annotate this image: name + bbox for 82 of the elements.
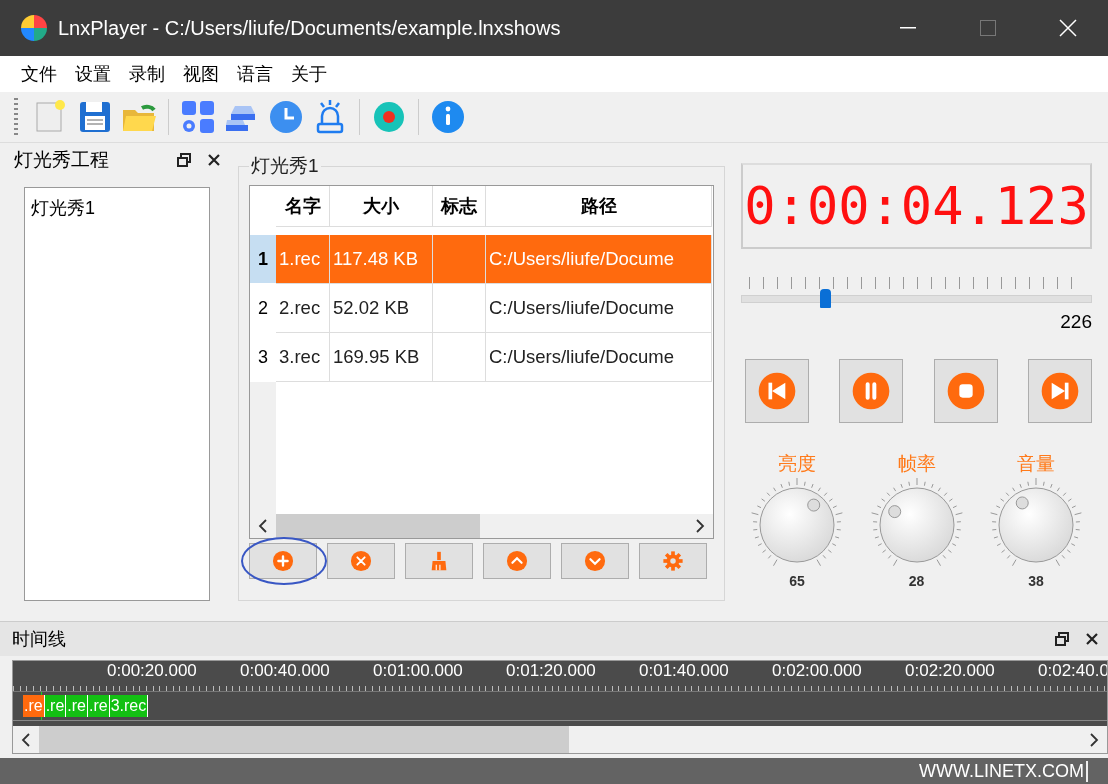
slider-thumb[interactable] xyxy=(820,289,832,308)
knob-value: 38 xyxy=(1028,573,1044,589)
app-logo-icon xyxy=(20,14,48,42)
info-icon[interactable] xyxy=(429,98,467,136)
time-display: 0:00:04.123 xyxy=(741,163,1092,249)
column-header[interactable]: 标志 xyxy=(433,186,486,227)
table-cell xyxy=(433,235,486,284)
scroll-left-icon[interactable] xyxy=(258,518,268,534)
column-header[interactable]: 大小 xyxy=(330,186,433,227)
pause-button[interactable] xyxy=(839,359,904,423)
add-button[interactable] xyxy=(249,543,317,579)
settings-icon xyxy=(662,550,684,572)
ruler-label: 0:01:20.000 xyxy=(506,661,596,681)
column-header[interactable]: 路径 xyxy=(486,186,712,227)
down-button[interactable] xyxy=(561,543,629,579)
close-icon xyxy=(1059,19,1077,37)
table-cell xyxy=(433,284,486,333)
knob-value: 65 xyxy=(789,573,805,589)
menu-item[interactable]: 关于 xyxy=(282,58,336,90)
broom-button[interactable] xyxy=(405,543,473,579)
knob-value: 28 xyxy=(908,573,925,589)
group-title: 灯光秀1 xyxy=(250,154,320,178)
table-cell: 169.95 KB xyxy=(330,333,433,382)
ruler-label: 0:00:20.000 xyxy=(107,661,197,681)
float-icon[interactable] xyxy=(176,152,192,168)
row-header[interactable]: 1 xyxy=(250,235,276,284)
horizontal-scrollbar[interactable] xyxy=(250,514,713,538)
skip-back-button[interactable] xyxy=(745,359,809,423)
stop-icon xyxy=(945,371,986,411)
stop-button[interactable] xyxy=(933,359,998,423)
table-cell: 3.rec xyxy=(276,333,330,382)
position-slider[interactable] xyxy=(741,289,1092,309)
ruler-label: 0:00:40.000 xyxy=(240,661,330,681)
float-icon[interactable] xyxy=(1054,631,1070,647)
window-title: LnxPlayer - C:/Users/liufe/Documents/example.lnxshows xyxy=(58,16,562,40)
column-header[interactable]: 名字 xyxy=(276,186,330,227)
project-item[interactable]: 灯光秀1 xyxy=(29,194,205,222)
menu-item[interactable]: 语言 xyxy=(228,58,282,90)
maximize-icon xyxy=(980,20,996,36)
menu-item[interactable]: 录制 xyxy=(120,58,174,90)
scroll-left-icon[interactable] xyxy=(21,731,31,748)
close-icon[interactable] xyxy=(1084,631,1100,647)
table-cell xyxy=(433,333,486,382)
close-icon[interactable] xyxy=(206,152,222,168)
down-icon xyxy=(584,550,606,572)
up-icon xyxy=(506,550,528,572)
table-cell: 52.02 KB xyxy=(330,284,433,333)
pause-icon xyxy=(851,371,892,411)
menu-item[interactable]: 设置 xyxy=(66,58,120,90)
table-cell: C:/Users/liufe/Docume xyxy=(486,333,712,382)
table-cell: C:/Users/liufe/Docume xyxy=(486,284,712,333)
settings-button[interactable] xyxy=(639,543,707,579)
ruler-label: 0:01:40.000 xyxy=(639,661,729,681)
ruler-label: 0:02:20.000 xyxy=(905,661,995,681)
ruler-label: 0:02:00.000 xyxy=(772,661,862,681)
table-cell: 1.rec xyxy=(276,235,330,284)
scroll-right-icon[interactable] xyxy=(1089,731,1099,748)
scroll-right-icon[interactable] xyxy=(695,518,705,534)
skip-forward-icon xyxy=(1040,371,1080,411)
panel-title: 灯光秀工程 xyxy=(14,148,110,172)
skip-back-icon xyxy=(757,371,797,411)
add-icon xyxy=(272,550,294,572)
remove-button[interactable] xyxy=(327,543,395,579)
remove-icon xyxy=(350,550,372,572)
table-cell: C:/Users/liufe/Docume xyxy=(486,235,712,284)
menu-item[interactable]: 文件 xyxy=(12,58,66,90)
menu-item[interactable]: 视图 xyxy=(174,58,228,90)
position-value: 226 xyxy=(1059,311,1092,333)
knob-label: 亮度 xyxy=(778,452,816,476)
panel-title: 时间线 xyxy=(12,628,67,651)
table-cell: 2.rec xyxy=(276,284,330,333)
clock-icon[interactable] xyxy=(267,98,305,136)
row-header[interactable]: 2 xyxy=(250,284,276,333)
skip-forward-button[interactable] xyxy=(1028,359,1092,423)
up-button[interactable] xyxy=(483,543,551,579)
table-cell: 117.48 KB xyxy=(330,235,433,284)
status-text: WWW.LINETX.COM xyxy=(919,760,1088,782)
knob-label: 音量 xyxy=(1017,452,1055,476)
ruler-label: 0:01:00.000 xyxy=(373,661,463,681)
minimize-icon xyxy=(900,27,916,29)
knob-label: 帧率 xyxy=(897,452,936,476)
horizontal-scrollbar[interactable] xyxy=(13,726,1107,753)
